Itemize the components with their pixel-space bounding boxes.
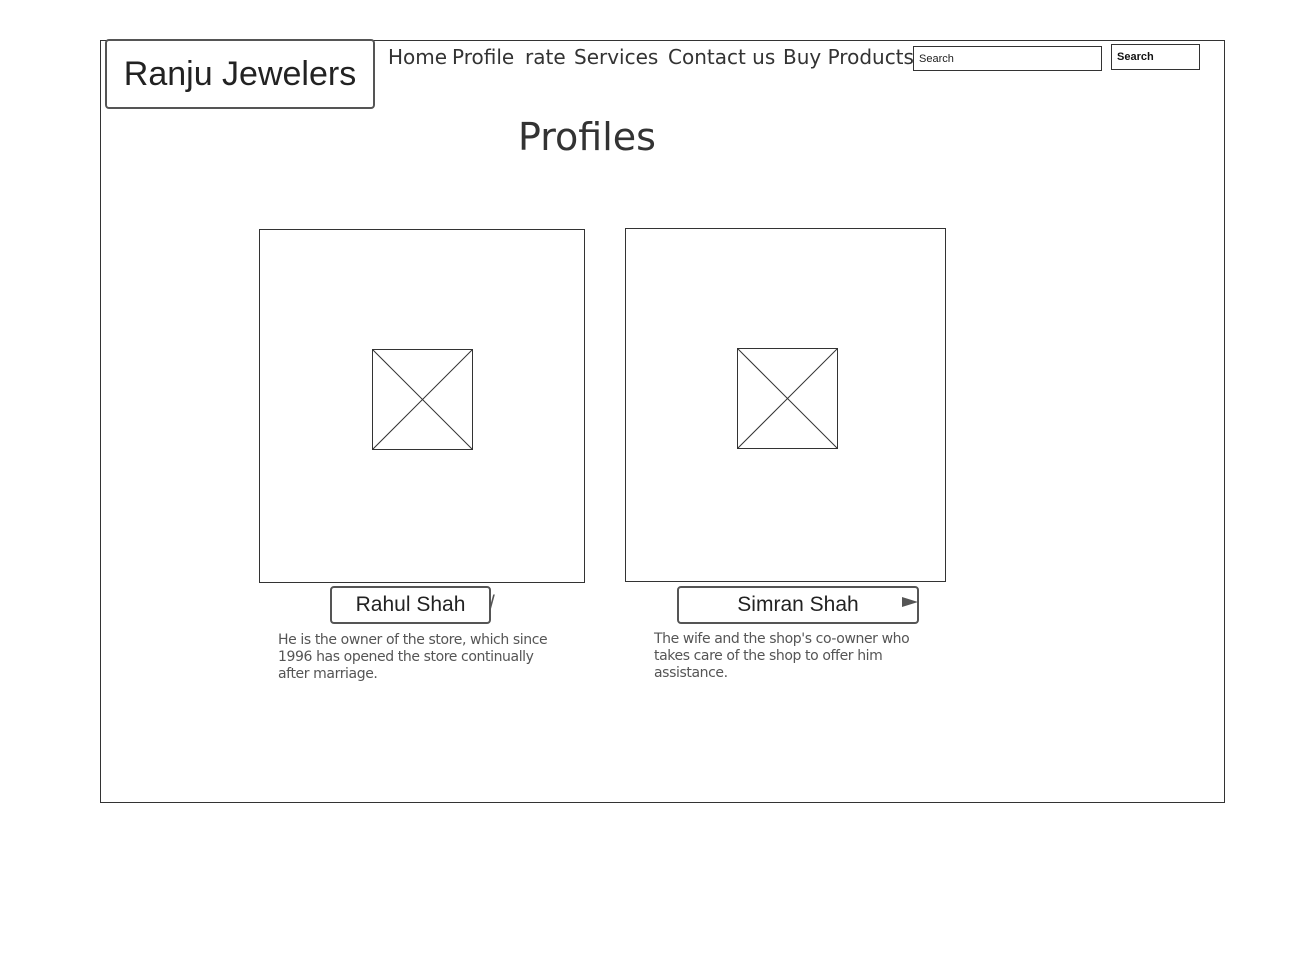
description-line: 1996 has opened the store continually — [278, 649, 534, 665]
description-line: He is the owner of the store, which sinc… — [278, 632, 548, 648]
search-button[interactable]: Search — [1111, 44, 1200, 70]
image-placeholder-icon — [737, 348, 838, 449]
nav-services[interactable]: Services — [574, 45, 658, 69]
nav-contact-us[interactable]: Contact us — [668, 45, 775, 69]
image-placeholder-icon — [372, 349, 473, 450]
description-line: after marriage. — [278, 666, 378, 682]
description-line: takes care of the shop to offer him — [654, 648, 883, 664]
page-title: Profiles — [518, 115, 656, 159]
text-cursor-icon: / — [489, 592, 495, 615]
nav-rate[interactable]: rate — [525, 45, 566, 69]
profile-description-simran: The wife and the shop's co-owner who tak… — [654, 631, 944, 682]
cursor-arrow-icon — [902, 597, 918, 607]
nav-buy-products[interactable]: Buy Products — [783, 45, 914, 69]
profile-name-button-rahul[interactable]: Rahul Shah — [330, 586, 491, 624]
profile-name-button-simran[interactable]: Simran Shah — [677, 586, 919, 624]
description-line: The wife and the shop's co-owner who — [654, 631, 910, 647]
description-line: assistance. — [654, 665, 728, 681]
search-input[interactable] — [913, 46, 1102, 71]
site-logo[interactable]: Ranju Jewelers — [105, 39, 375, 109]
nav-profile[interactable]: Profile — [452, 45, 514, 69]
nav-home[interactable]: Home — [388, 45, 447, 69]
profile-description-rahul: He is the owner of the store, which sinc… — [278, 632, 578, 683]
